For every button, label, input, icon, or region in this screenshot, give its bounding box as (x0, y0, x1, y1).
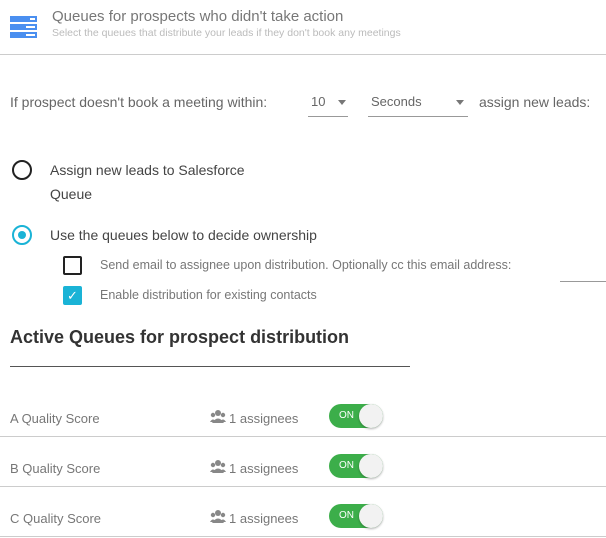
assignee-count: 1 assignees (229, 461, 299, 476)
users-icon (210, 460, 226, 473)
row-divider (0, 536, 606, 537)
toggle-knob (359, 404, 383, 428)
cc-email-input[interactable] (560, 281, 606, 282)
page-subtitle: Select the queues that distribute your l… (52, 27, 401, 39)
timeout-unit-select[interactable]: Seconds (368, 88, 468, 117)
timeout-suffix: assign new leads: (479, 94, 591, 110)
timeout-prefix: If prospect doesn't book a meeting withi… (10, 94, 268, 110)
queue-toggle[interactable]: ON (329, 504, 383, 528)
assignee-count: 1 assignees (229, 411, 299, 426)
row-divider (0, 436, 606, 437)
divider (0, 54, 606, 55)
server-stack-icon (10, 16, 37, 38)
queue-row: A Quality Score 1 assignees ON (0, 404, 606, 437)
salesforce-radio[interactable] (12, 160, 32, 180)
amount-value: 10 (311, 94, 326, 109)
queues-radio[interactable] (12, 225, 32, 245)
queue-name: C Quality Score (10, 511, 102, 526)
timeout-amount-select[interactable]: 10 (308, 88, 348, 117)
toggle-knob (359, 504, 383, 528)
page-title: Queues for prospects who didn't take act… (52, 8, 344, 25)
users-icon (210, 410, 226, 423)
queue-name: A Quality Score (10, 411, 100, 426)
chevron-down-icon (338, 100, 346, 105)
queue-toggle[interactable]: ON (329, 404, 383, 428)
salesforce-label: Assign new leads to Salesforce (50, 162, 245, 178)
toggle-knob (359, 454, 383, 478)
queue-row: C Quality Score 1 assignees ON (0, 504, 606, 537)
queues-label: Use the queues below to decide ownership (50, 227, 317, 243)
toggle-label: ON (339, 410, 354, 421)
queue-toggle[interactable]: ON (329, 454, 383, 478)
existing-contacts-checkbox[interactable]: ✓ (63, 286, 82, 305)
queue-row: B Quality Score 1 assignees ON (0, 454, 606, 487)
section-divider (10, 366, 410, 367)
row-divider (0, 486, 606, 487)
toggle-label: ON (339, 510, 354, 521)
queue-name: B Quality Score (10, 461, 101, 476)
unit-value: Seconds (371, 94, 422, 109)
existing-contacts-label: Enable distribution for existing contact… (100, 288, 317, 302)
salesforce-label-queue: Queue (50, 186, 93, 202)
assignee-count: 1 assignees (229, 511, 299, 526)
section-title: Active Queues for prospect distribution (10, 327, 350, 347)
send-email-label: Send email to assignee upon distribution… (100, 258, 512, 272)
toggle-label: ON (339, 460, 354, 471)
chevron-down-icon (456, 100, 464, 105)
send-email-checkbox[interactable] (63, 256, 82, 275)
users-icon (210, 510, 226, 523)
